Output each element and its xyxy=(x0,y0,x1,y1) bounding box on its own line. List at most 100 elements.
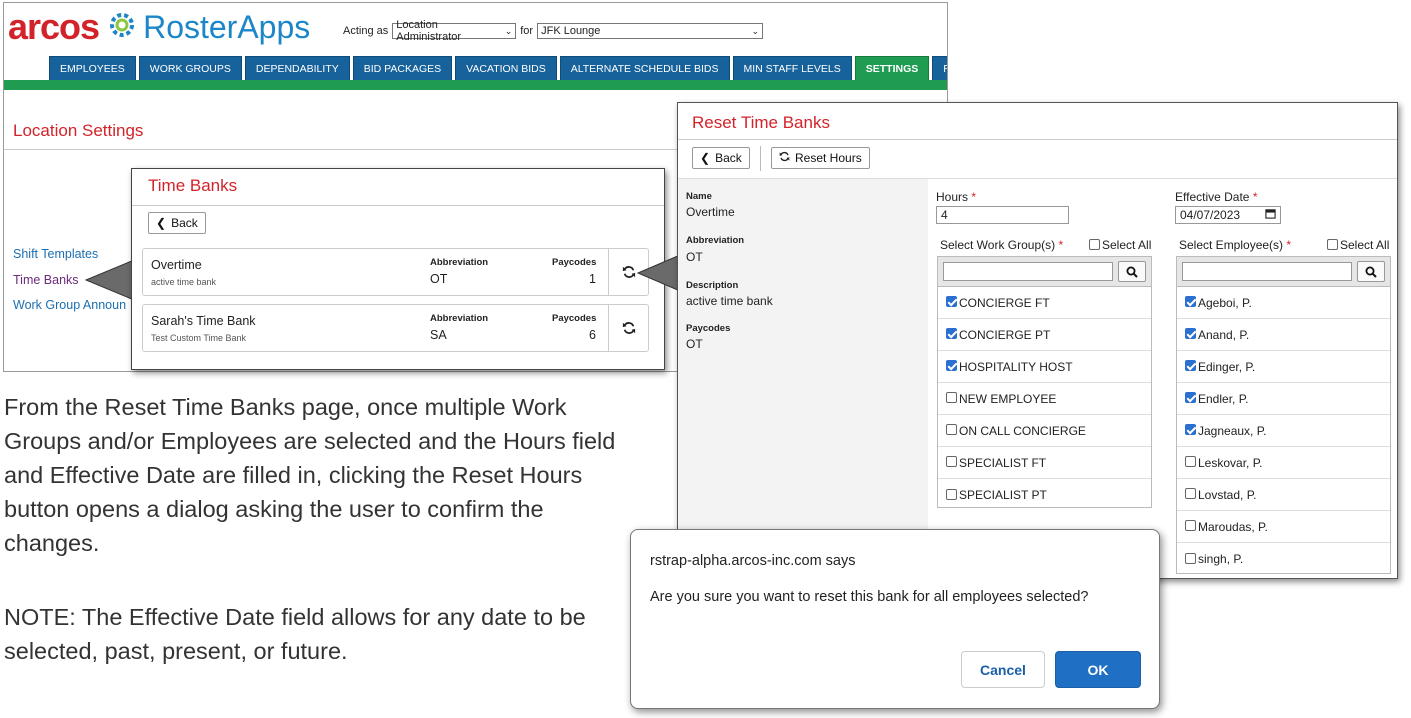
select-all-work-groups[interactable]: Select All xyxy=(1089,238,1151,252)
checkbox[interactable] xyxy=(946,424,957,435)
app-header: arcos RosterApps Acting as Location Admi… xyxy=(4,3,947,90)
work-group-search-bar xyxy=(938,257,1151,287)
list-item-employee[interactable]: Maroudas, P. xyxy=(1177,511,1390,543)
acting-as-label: Acting as xyxy=(343,25,389,37)
search-icon[interactable] xyxy=(1118,261,1146,282)
list-item-work-group[interactable]: CONCIERGE FT xyxy=(938,287,1151,319)
employee-search-input[interactable] xyxy=(1182,262,1352,281)
effective-date-label: Effective Date * xyxy=(1175,190,1258,204)
list-item-employee[interactable]: Endler, P. xyxy=(1177,383,1390,415)
tab-dependability[interactable]: DEPENDABILITY xyxy=(244,56,350,80)
checkbox[interactable] xyxy=(1185,328,1196,339)
checkbox[interactable] xyxy=(946,488,957,500)
link-time-banks[interactable]: Time Banks xyxy=(13,273,79,287)
tab-alternate-schedule-bids[interactable]: ALTERNATE SCHEDULE BIDS xyxy=(559,56,730,80)
tab-work-groups[interactable]: WORK GROUPS xyxy=(138,56,242,80)
list-item-employee[interactable]: Jagneaux, P. xyxy=(1177,415,1390,447)
paycodes-header: Paycodes xyxy=(552,257,597,268)
back-label: Back xyxy=(715,151,742,165)
for-label: for xyxy=(520,25,534,37)
checkbox[interactable] xyxy=(1185,424,1196,435)
reset-title: Reset Time Banks xyxy=(692,113,830,132)
description-value: active time bank xyxy=(686,294,773,308)
checkbox[interactable] xyxy=(1185,360,1196,371)
list-item-work-group[interactable]: HOSPITALITY HOST xyxy=(938,351,1151,383)
location-select[interactable]: JFK Lounge ⌄ xyxy=(537,23,764,39)
abbreviation-label: Abbreviation xyxy=(686,235,745,246)
role-select[interactable]: Location Administrator ⌄ xyxy=(392,19,517,43)
list-item-employee[interactable]: Ageboi, P. xyxy=(1177,287,1390,319)
paycodes-label: Paycodes xyxy=(686,323,731,334)
tab-employees[interactable]: EMPLOYEES xyxy=(49,56,136,80)
refresh-icon xyxy=(779,151,790,165)
hours-label: Hours * xyxy=(936,190,977,204)
chevron-left-icon: ❮ xyxy=(700,151,711,165)
time-bank-card[interactable]: Overtime active time bank Abbreviation O… xyxy=(142,248,649,296)
bank-description: active time bank xyxy=(151,277,217,287)
chevron-left-icon: ❮ xyxy=(156,216,167,230)
checkbox[interactable] xyxy=(1327,238,1338,250)
checkbox[interactable] xyxy=(1185,552,1196,564)
tab-vacation-bids[interactable]: VACATION BIDS xyxy=(455,56,557,80)
checkbox[interactable] xyxy=(946,456,957,467)
abbreviation-header: Abbreviation xyxy=(430,257,489,268)
refresh-icon[interactable] xyxy=(608,305,648,351)
note-paragraph: NOTE: The Effective Date field allows fo… xyxy=(4,604,586,664)
bank-info-panel: Name Overtime Abbreviation OT Descriptio… xyxy=(678,179,928,578)
list-item-employee[interactable]: Edinger, P. xyxy=(1177,351,1390,383)
list-item-work-group[interactable]: CONCIERGE PT xyxy=(938,319,1151,351)
tab-bid-packages[interactable]: BID PACKAGES xyxy=(352,56,453,80)
list-item-work-group[interactable]: ON CALL CONCIERGE xyxy=(938,415,1151,447)
toolbar-separator xyxy=(760,146,761,171)
work-group-label: Select Work Group(s) * xyxy=(940,238,1064,252)
select-all-label: Select All xyxy=(1102,238,1152,252)
chevron-down-icon: ⌄ xyxy=(504,25,513,36)
back-button[interactable]: ❮ Back xyxy=(692,147,750,169)
list-item-employee[interactable]: Anand, P. xyxy=(1177,319,1390,351)
checkbox[interactable] xyxy=(1185,488,1196,499)
list-item-employee[interactable]: Leskovar, P. xyxy=(1177,447,1390,479)
confirm-dialog: rstrap-alpha.arcos-inc.com says Are you … xyxy=(630,529,1160,709)
tab-min-staff-levels[interactable]: MIN STAFF LEVELS xyxy=(732,56,852,80)
tab-settings[interactable]: SETTINGS xyxy=(854,56,930,80)
tab-reports[interactable]: REPORTS xyxy=(932,56,947,80)
checkbox[interactable] xyxy=(946,328,957,339)
reset-hours-button[interactable]: Reset Hours xyxy=(771,147,870,169)
calendar-icon[interactable] xyxy=(1265,208,1276,222)
cancel-button[interactable]: Cancel xyxy=(961,651,1045,688)
checkbox[interactable] xyxy=(946,296,957,307)
checkbox[interactable] xyxy=(1185,392,1196,403)
checkbox[interactable] xyxy=(1089,238,1100,250)
paycodes-value: OT xyxy=(686,337,703,351)
select-all-employees[interactable]: Select All xyxy=(1327,238,1389,252)
explanation-paragraph: From the Reset Time Banks page, once mul… xyxy=(4,394,616,556)
list-item-work-group[interactable]: NEW EMPLOYEE xyxy=(938,383,1151,415)
hours-input[interactable]: 4 xyxy=(936,206,1069,224)
list-item-work-group[interactable]: SPECIALIST PT xyxy=(938,479,1151,511)
time-bank-card[interactable]: Sarah's Time Bank Test Custom Time Bank … xyxy=(142,304,649,352)
time-banks-title: Time Banks xyxy=(148,176,238,195)
divider xyxy=(678,139,1397,140)
list-item-employee[interactable]: Lovstad, P. xyxy=(1177,479,1390,511)
search-icon[interactable] xyxy=(1357,261,1385,282)
checkbox[interactable] xyxy=(946,392,957,403)
bank-description: Test Custom Time Bank xyxy=(151,333,247,343)
list-item-work-group[interactable]: SPECIALIST FT xyxy=(938,447,1151,479)
role-select-value: Location Administrator xyxy=(396,19,462,43)
effective-date-input[interactable]: 04/07/2023 xyxy=(1175,206,1281,224)
list-item-employee[interactable]: singh, P. xyxy=(1177,543,1390,575)
employee-search-bar xyxy=(1177,257,1390,287)
logo-arcos-text: arcos xyxy=(8,6,100,47)
ok-button[interactable]: OK xyxy=(1055,651,1141,688)
abbreviation-header: Abbreviation xyxy=(430,313,489,324)
arcos-rosterapps-logo: arcos RosterApps xyxy=(8,6,311,47)
work-group-search-input[interactable] xyxy=(943,262,1113,281)
checkbox[interactable] xyxy=(1185,456,1196,467)
main-nav: EMPLOYEES WORK GROUPS DEPENDABILITY BID … xyxy=(49,56,947,80)
abbreviation-value: OT xyxy=(686,250,703,264)
checkbox[interactable] xyxy=(1185,296,1196,307)
checkbox[interactable] xyxy=(946,360,957,371)
checkbox[interactable] xyxy=(1185,520,1196,531)
back-button[interactable]: ❮ Back xyxy=(148,212,206,234)
logo-rosterapps-text: RosterApps xyxy=(143,8,311,45)
